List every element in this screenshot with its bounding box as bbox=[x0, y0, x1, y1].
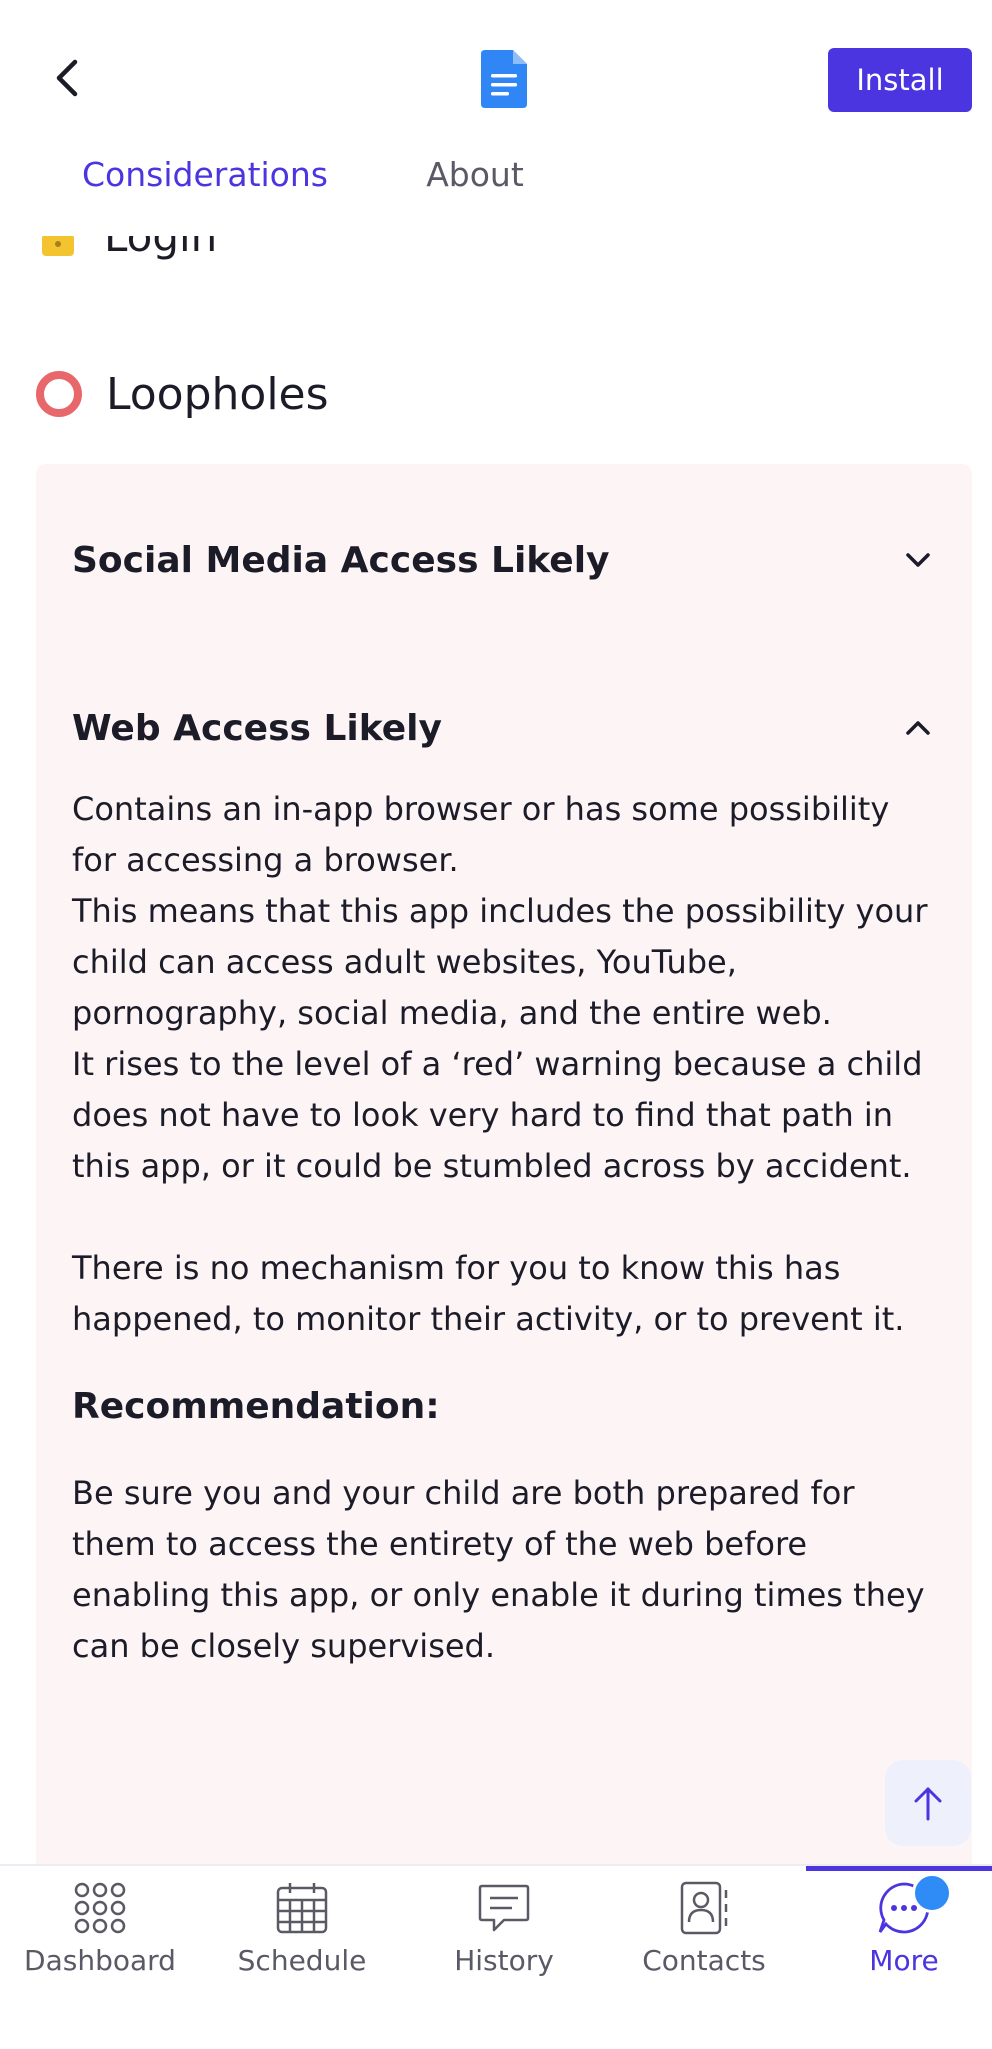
nav-active-indicator bbox=[806, 1866, 992, 1871]
tab-bar: Considerations About bbox=[0, 150, 992, 240]
nav-label: More bbox=[869, 1944, 939, 1977]
chevron-down-icon bbox=[906, 553, 930, 567]
accordion-social-media[interactable]: Social Media Access Likely bbox=[72, 520, 936, 600]
body-paragraph: Contains an in-app browser or has some p… bbox=[72, 790, 890, 879]
body-paragraph: It rises to the level of a ‘red’ warning… bbox=[72, 1045, 923, 1185]
recommendation-text: Be sure you and your child are both prep… bbox=[72, 1474, 925, 1665]
bottom-navigation: Dashboard Schedule History Contacts More bbox=[0, 1864, 992, 2049]
body-paragraph: There is no mechanism for you to know th… bbox=[72, 1249, 905, 1338]
loopholes-label: Loopholes bbox=[106, 368, 329, 420]
lock-icon bbox=[42, 236, 74, 256]
nav-schedule[interactable]: Schedule bbox=[202, 1880, 402, 2000]
document-app-icon bbox=[481, 50, 527, 108]
body-paragraph: This means that this app includes the po… bbox=[72, 892, 928, 1032]
app-detail-page: Install Considerations About Login Looph… bbox=[0, 0, 992, 2049]
nav-label: History bbox=[454, 1944, 554, 1977]
nav-label: Dashboard bbox=[24, 1944, 176, 1977]
notification-badge bbox=[912, 1873, 952, 1913]
nav-dashboard[interactable]: Dashboard bbox=[0, 1880, 200, 2000]
back-button[interactable] bbox=[40, 52, 92, 104]
content-scroll-area[interactable]: Login Loopholes Social Media Access Like… bbox=[0, 236, 992, 1864]
contacts-icon bbox=[680, 1881, 728, 1935]
tab-about[interactable]: About bbox=[380, 150, 570, 240]
nav-label: Schedule bbox=[237, 1944, 367, 1977]
grid-icon bbox=[74, 1882, 126, 1934]
accordion-body: Contains an in-app browser or has some p… bbox=[72, 784, 942, 1672]
scroll-to-top-button[interactable] bbox=[885, 1760, 971, 1846]
accordion-title: Social Media Access Likely bbox=[72, 539, 610, 581]
calendar-icon bbox=[276, 1883, 328, 1934]
arrow-up-icon bbox=[914, 1787, 942, 1821]
recommendation-heading: Recommendation: bbox=[72, 1386, 440, 1427]
accordion-web-access[interactable]: Web Access Likely bbox=[72, 688, 936, 768]
loopholes-section-header: Loopholes bbox=[36, 364, 329, 424]
accordion-title: Web Access Likely bbox=[72, 707, 442, 749]
back-arrow-icon bbox=[56, 59, 78, 97]
nav-label: Contacts bbox=[642, 1944, 766, 1977]
loopholes-card: Social Media Access Likely Web Access Li… bbox=[36, 464, 972, 1864]
message-icon bbox=[478, 1884, 530, 1932]
nav-contacts[interactable]: Contacts bbox=[604, 1880, 804, 2000]
top-bar: Install bbox=[0, 0, 992, 150]
login-label: Login bbox=[104, 236, 218, 261]
login-section-header: Login bbox=[36, 236, 217, 272]
red-ring-icon bbox=[36, 371, 82, 417]
install-button[interactable]: Install bbox=[828, 48, 972, 112]
tab-considerations[interactable]: Considerations bbox=[36, 150, 374, 240]
chevron-up-icon bbox=[906, 721, 930, 735]
nav-more[interactable]: More bbox=[804, 1880, 992, 2000]
nav-history[interactable]: History bbox=[404, 1880, 604, 2000]
